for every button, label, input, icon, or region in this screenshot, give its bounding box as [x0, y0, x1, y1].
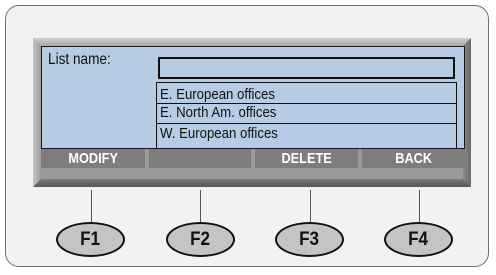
softkey-back[interactable]: BACK: [362, 149, 465, 168]
list-item[interactable]: E. European offices: [160, 86, 275, 103]
bezel-top-bevel: [33, 38, 471, 46]
bezel-bottom-bevel: [33, 179, 471, 187]
row-divider: [157, 123, 456, 124]
lcd-screen: List name: E. European offices E. North …: [41, 46, 465, 150]
list-item[interactable]: W. European offices: [160, 125, 278, 142]
list-name-input[interactable]: [158, 57, 455, 79]
softkey-f2-blank[interactable]: [149, 149, 251, 168]
key-connector-line: [310, 190, 311, 222]
f1-button[interactable]: F1: [56, 222, 125, 257]
key-connector-line: [419, 190, 420, 222]
f4-button[interactable]: F4: [384, 222, 453, 257]
f2-button[interactable]: F2: [166, 222, 235, 257]
key-connector-line: [91, 190, 92, 222]
softkey-delete[interactable]: DELETE: [255, 149, 358, 168]
key-connector-line: [200, 190, 201, 222]
softkey-modify[interactable]: MODIFY: [41, 149, 145, 168]
f3-button[interactable]: F3: [275, 222, 344, 257]
list-name-label: List name:: [48, 51, 111, 68]
list-item[interactable]: E. North Am. offices: [160, 104, 276, 121]
list-box: E. European offices E. North Am. offices…: [156, 82, 457, 150]
bezel-left-bevel: [33, 38, 41, 187]
